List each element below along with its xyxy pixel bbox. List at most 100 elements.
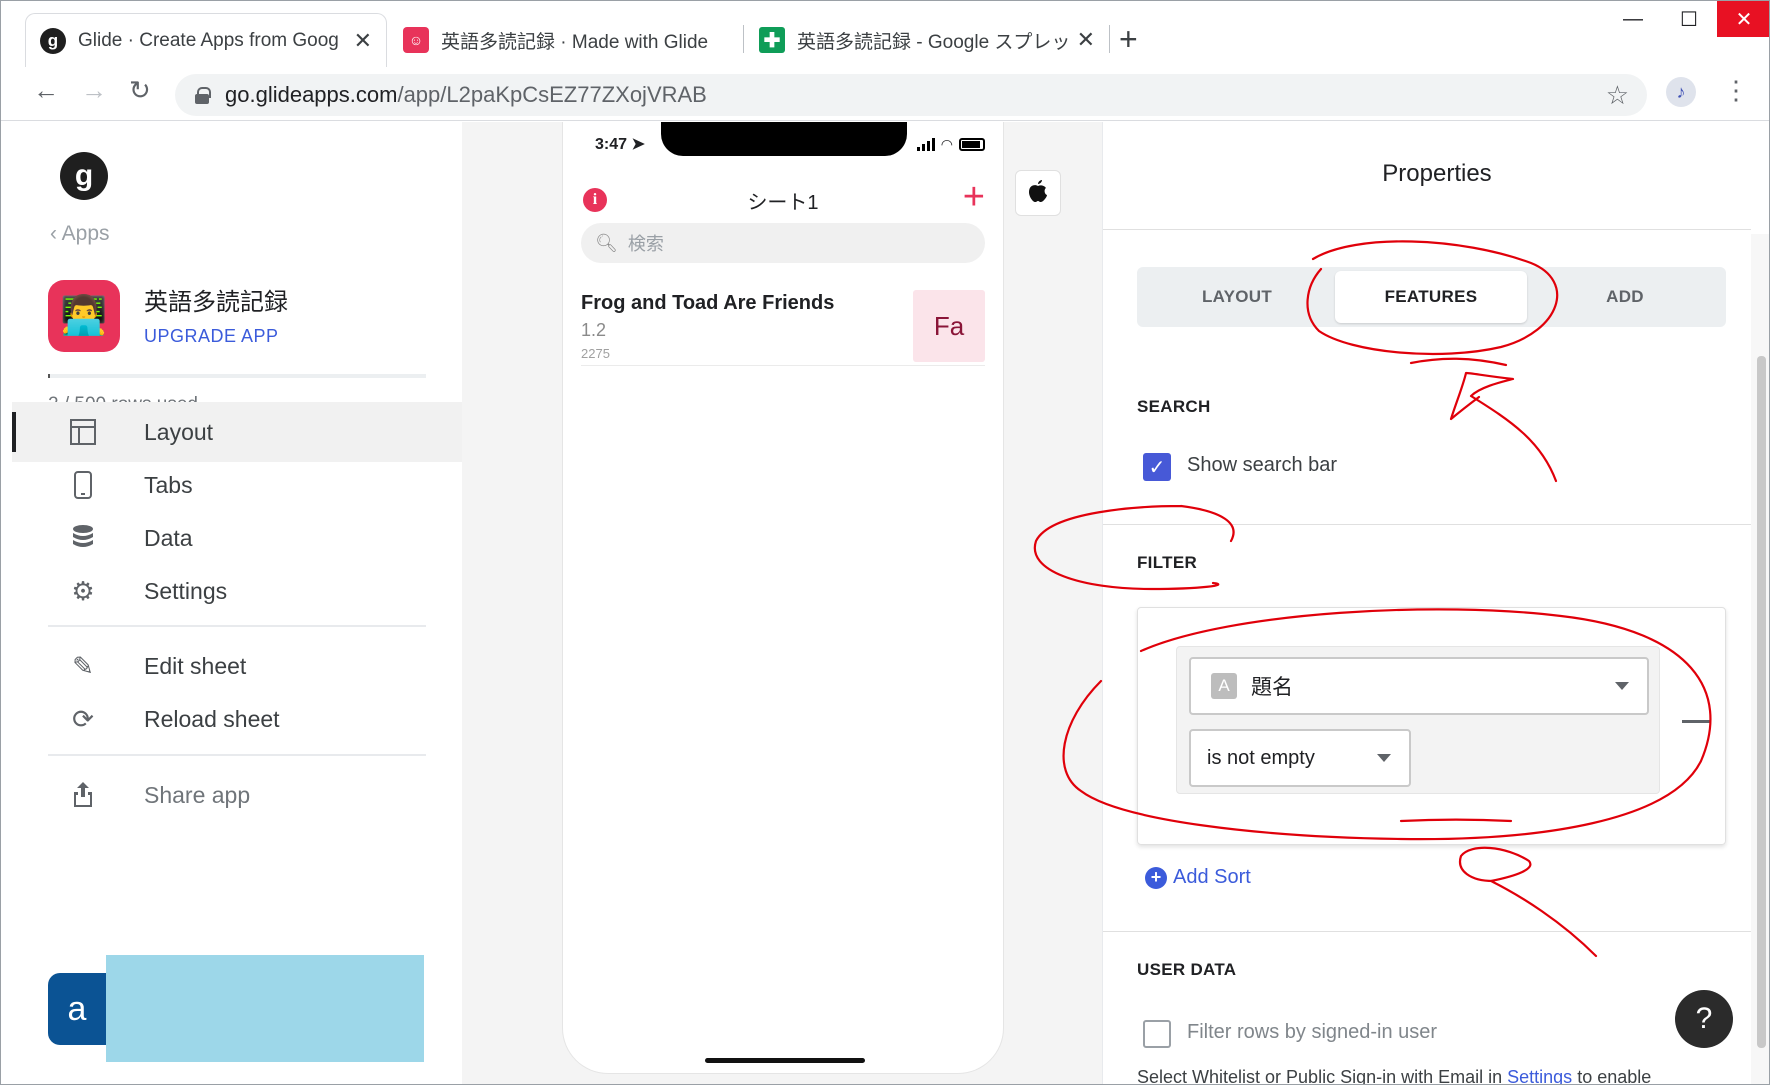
panel-divider: [1103, 229, 1751, 230]
sheets-icon: ✚: [759, 27, 785, 53]
filter-by-user-checkbox[interactable]: [1143, 1020, 1171, 1048]
status-time: 3:47 ➤: [595, 136, 645, 153]
edit-sheet-label: Edit sheet: [144, 652, 247, 679]
reload-icon: ⟳: [72, 703, 94, 734]
bookmark-star-icon[interactable]: ☆: [1606, 80, 1629, 111]
pencil-icon: ✎: [72, 650, 94, 681]
device-toggle-button[interactable]: [1015, 170, 1061, 216]
show-search-bar-checkbox[interactable]: ✓: [1143, 453, 1171, 481]
add-sort-button[interactable]: + Add Sort: [1145, 866, 1251, 889]
phone-notch: [661, 122, 907, 156]
remove-condition-button[interactable]: [1682, 720, 1710, 723]
database-icon: [68, 523, 98, 553]
filter-condition: A 題名 is not empty: [1176, 646, 1660, 794]
sidebar-item-layout[interactable]: Layout: [12, 402, 462, 462]
tab-strip: g Glide · Create Apps from Goog ✕ ☺ 英語多読…: [1, 1, 1769, 71]
maximize-button[interactable]: ☐: [1661, 1, 1717, 37]
sidebar-item-label: Settings: [144, 577, 228, 604]
lock-icon: [195, 87, 211, 104]
preview-search-bar[interactable]: 🔍︎ 検索: [581, 223, 985, 263]
filter-box: A 題名 is not empty: [1137, 607, 1726, 845]
reload-sheet-label: Reload sheet: [144, 705, 280, 732]
browser-toolbar: ← → ↻ go.glideapps.com/app/L2paKpCsEZ77Z…: [1, 71, 1769, 121]
home-indicator: [705, 1058, 865, 1063]
panel-scrollbar[interactable]: [1751, 234, 1769, 1084]
filter-column-select[interactable]: A 題名: [1189, 657, 1649, 715]
filter-operator-value: is not empty: [1207, 746, 1315, 769]
battery-icon: [959, 138, 985, 151]
panel-title: Properties: [1382, 160, 1492, 187]
item-title: Frog and Toad Are Friends: [581, 292, 835, 314]
help-button[interactable]: ?: [1675, 990, 1733, 1048]
tab-title: 英語多読記録 - Google スプレッド: [797, 31, 1069, 53]
sidebar-divider: [48, 625, 426, 627]
filter-section-heading: FILTER: [1137, 553, 1198, 572]
tab-glide[interactable]: g Glide · Create Apps from Goog ✕: [25, 13, 387, 67]
check-icon: ✓: [1148, 456, 1166, 479]
tab-sheets[interactable]: ✚ 英語多読記録 - Google スプレッド ✕: [745, 13, 1109, 67]
text-column-icon: A: [1211, 673, 1237, 699]
tab-app-preview[interactable]: ☺ 英語多読記録 · Made with Glide: [389, 13, 743, 67]
share-app-label: Share app: [144, 781, 251, 808]
edit-sheet-button[interactable]: ✎ Edit sheet: [12, 636, 462, 696]
apple-icon: [1028, 179, 1048, 207]
item-subtitle: 1.2: [581, 320, 607, 340]
sidebar-item-data[interactable]: Data: [12, 508, 462, 568]
share-app-button[interactable]: Share app: [12, 765, 462, 825]
gear-icon: ⚙: [71, 575, 95, 606]
search-icon: 🔍︎: [595, 232, 618, 253]
phone-preview: 3:47 ➤ ◠ i シート1 + 🔍︎ 検索 Frog and Toad Ar…: [562, 122, 1004, 1074]
list-item[interactable]: Frog and Toad Are Friends 1.2 2275 Fa: [581, 280, 985, 366]
glide-logo[interactable]: g: [60, 152, 108, 200]
filter-operator-select[interactable]: is not empty: [1189, 729, 1411, 787]
address-bar[interactable]: go.glideapps.com/app/L2paKpCsEZ77ZXojVRA…: [175, 74, 1647, 116]
new-tab-button[interactable]: +: [1119, 23, 1138, 55]
close-tab-icon[interactable]: ✕: [354, 28, 372, 54]
tab-features[interactable]: FEATURES: [1335, 271, 1527, 323]
browser-menu-icon[interactable]: ⋮: [1723, 75, 1749, 106]
sidebar-item-settings[interactable]: ⚙ Settings: [12, 561, 462, 621]
account-avatar[interactable]: a: [48, 973, 106, 1045]
app-avatar-icon: ☺: [403, 27, 429, 53]
back-to-apps-link[interactable]: ‹ Apps: [50, 222, 110, 246]
settings-link[interactable]: Settings: [1507, 1067, 1572, 1084]
add-item-icon[interactable]: +: [963, 176, 985, 219]
tab-add[interactable]: ADD: [1529, 271, 1721, 323]
close-tab-icon[interactable]: ✕: [1077, 27, 1095, 53]
search-section-heading: SEARCH: [1137, 397, 1211, 416]
status-icons: ◠: [916, 136, 985, 153]
sidebar-divider: [48, 754, 426, 756]
chevron-down-icon: [1615, 682, 1629, 690]
reload-icon[interactable]: ↻: [129, 77, 151, 103]
rows-usage-bar: [48, 374, 426, 378]
minimize-button[interactable]: —: [1605, 1, 1661, 37]
extension-icon[interactable]: ♪: [1666, 77, 1696, 107]
signal-icon: [916, 138, 935, 151]
screen-title: シート1: [747, 192, 819, 214]
chevron-left-icon: ‹: [50, 222, 62, 245]
panel-divider: [1103, 931, 1751, 932]
close-window-button[interactable]: ✕: [1717, 1, 1769, 37]
location-arrow-icon: ➤: [631, 136, 645, 153]
upgrade-app-link[interactable]: UPGRADE APP: [144, 326, 279, 347]
sidebar-item-label: Data: [144, 524, 193, 551]
redacted-account-info: [106, 955, 424, 1062]
tab-title: 英語多読記録 · Made with Glide: [441, 31, 709, 53]
tab-divider: [1109, 25, 1110, 53]
share-icon: [68, 780, 98, 810]
phone-icon: [68, 470, 98, 500]
back-arrow-icon[interactable]: ←: [33, 77, 59, 103]
app-icon: 👨‍💻: [48, 280, 120, 352]
sidebar-item-tabs[interactable]: Tabs: [12, 455, 462, 515]
tab-layout[interactable]: LAYOUT: [1141, 271, 1333, 323]
forward-arrow-icon[interactable]: →: [81, 77, 107, 103]
user-data-section-heading: USER DATA: [1137, 960, 1237, 979]
item-thumbnail: Fa: [913, 290, 985, 362]
item-meta: 2275: [581, 346, 610, 361]
user-data-hint: Select Whitelist or Public Sign-in with …: [1137, 1067, 1652, 1085]
layout-icon: [68, 417, 98, 447]
tab-divider: [743, 25, 744, 53]
filter-column-value: 題名: [1251, 676, 1293, 699]
sidebar: g ‹ Apps 👨‍💻 英語多読記録 UPGRADE APP 2 / 500 …: [12, 122, 462, 1084]
reload-sheet-button[interactable]: ⟳ Reload sheet: [12, 689, 462, 749]
